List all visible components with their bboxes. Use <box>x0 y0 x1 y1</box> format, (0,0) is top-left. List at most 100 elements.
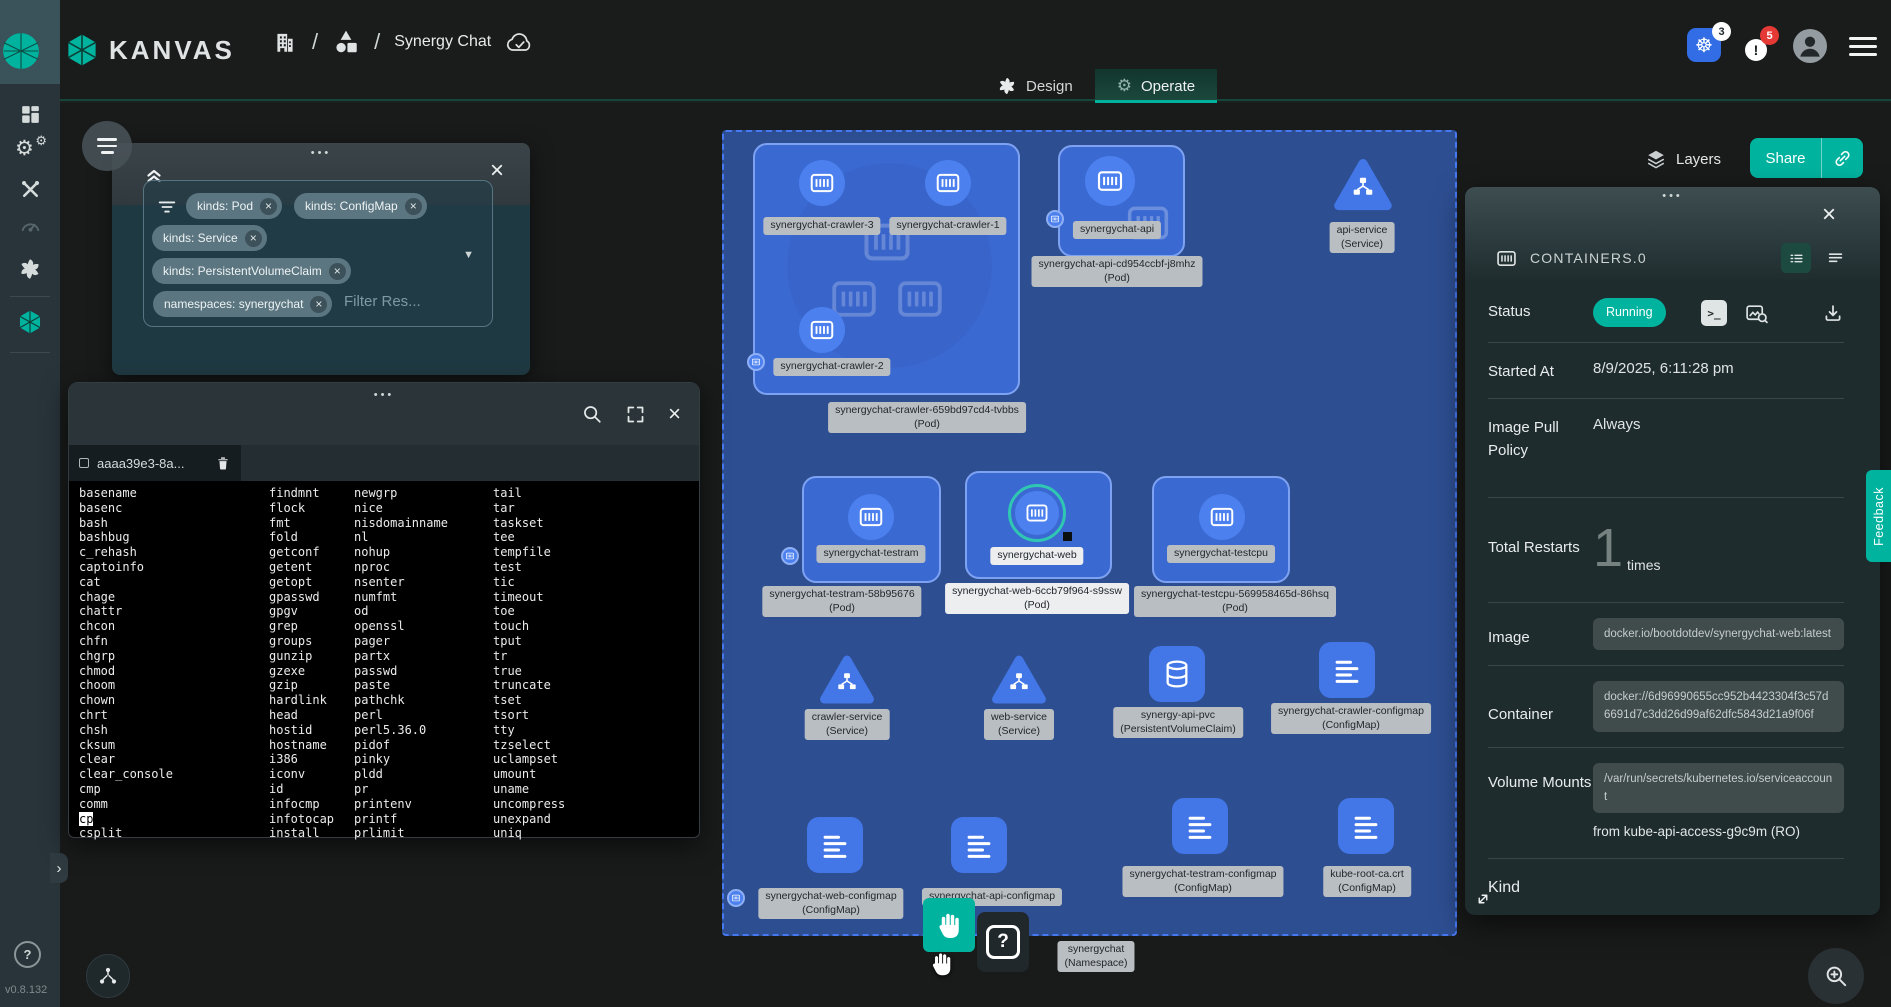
sidebar-divider <box>10 352 50 353</box>
copy-link-button[interactable] <box>1822 149 1863 168</box>
drag-handle-icon[interactable]: ••• <box>311 147 332 159</box>
drag-handle-icon[interactable]: ••• <box>1662 190 1683 202</box>
tab-design[interactable]: Design <box>975 69 1095 103</box>
terminal-command: tail <box>493 486 565 501</box>
container-icon-testram[interactable] <box>848 494 894 540</box>
remove-chip-icon[interactable]: × <box>329 263 346 280</box>
pan-tool-button[interactable] <box>923 898 975 952</box>
notifications-button[interactable]: ! 5 <box>1745 33 1771 59</box>
terminal-command: basenc <box>79 501 173 516</box>
view-list-button[interactable] <box>1820 243 1850 273</box>
zoom-in-button[interactable] <box>1808 948 1864 1004</box>
terminal-command: cat <box>79 575 173 590</box>
terminal-fullscreen-button[interactable] <box>625 404 646 425</box>
terminal-output[interactable]: basenamebasencbashbashbugc_rehashcaptoin… <box>69 481 699 837</box>
container-icon-web-selected[interactable] <box>1008 484 1066 542</box>
selection-handle[interactable] <box>1063 532 1072 541</box>
layers-toggle[interactable]: Layers <box>1645 148 1721 170</box>
terminal-search-button[interactable] <box>581 403 603 425</box>
filter-chip[interactable]: kinds: PersistentVolumeClaim× <box>152 258 351 284</box>
gears-icon: ⚙⚙ <box>17 138 43 164</box>
kubernetes-context-count-badge: 3 <box>1712 22 1731 41</box>
workspace-shapes-icon[interactable] <box>332 28 360 56</box>
panel-resize-handle[interactable] <box>1473 889 1493 909</box>
drag-handle-icon[interactable]: ••• <box>374 389 395 401</box>
open-terminal-button[interactable]: >_ <box>1701 300 1727 326</box>
trash-icon[interactable] <box>215 455 231 471</box>
terminal-command: chfn <box>79 634 173 649</box>
sidebar-item-extensions[interactable] <box>0 253 60 285</box>
terminal-close-button[interactable]: × <box>668 403 681 425</box>
canvas-menu-button[interactable] <box>82 121 132 171</box>
sidebar-expand-button[interactable]: › <box>50 853 68 883</box>
terminal-session-tab[interactable]: aaaa39e3-8a... <box>69 445 241 481</box>
filter-chip[interactable]: kinds: Pod× <box>186 193 282 219</box>
share-button[interactable]: Share <box>1750 150 1821 167</box>
filter-panel: ••• × kinds: Pod× kinds: ConfigMap× kind… <box>112 143 530 375</box>
details-close-button[interactable]: × <box>1822 201 1836 229</box>
terminal-command: chrt <box>79 708 173 723</box>
terminal-command: tempfile <box>493 545 565 560</box>
service-icon-api-service[interactable] <box>1330 155 1396 215</box>
filter-chip[interactable]: namespaces: synergychat× <box>153 291 332 317</box>
remove-chip-icon[interactable]: × <box>260 198 277 215</box>
configmap-icon-api-configmap[interactable] <box>951 817 1007 873</box>
terminal-command: toe <box>493 604 565 619</box>
remove-chip-icon[interactable]: × <box>245 230 262 247</box>
terminal-column: tailtartasksetteetempfiletesttictimeoutt… <box>493 486 565 841</box>
container-icon-api[interactable] <box>1085 156 1135 206</box>
download-logs-button[interactable] <box>1822 302 1844 324</box>
service-icon-web-service[interactable] <box>988 652 1050 708</box>
sidebar-item-performance[interactable] <box>0 209 60 241</box>
pod-badge-icon <box>1046 210 1064 228</box>
terminal-command: pr <box>354 782 448 797</box>
service-icon-crawler-service[interactable] <box>816 652 878 708</box>
filter-resources-input[interactable] <box>344 293 454 310</box>
terminal-command: pidof <box>354 738 448 753</box>
notification-count-badge: 5 <box>1760 26 1779 45</box>
tab-operate[interactable]: ⚙ Operate <box>1095 69 1217 103</box>
configmap-icon-crawler-configmap[interactable] <box>1319 642 1375 698</box>
sidebar-item-dashboard[interactable] <box>0 98 60 130</box>
kubernetes-context-button[interactable]: ☸ 3 <box>1687 28 1723 64</box>
terminal-command: clear <box>79 752 173 767</box>
terminal-command: chmod <box>79 664 173 679</box>
pvc-icon-synergy-api-pvc[interactable] <box>1149 646 1205 702</box>
details-panel-title: CONTAINERS.0 <box>1530 250 1647 266</box>
floating-action-button[interactable] <box>86 954 130 998</box>
container-icon-crawler-3[interactable] <box>799 160 845 206</box>
configmap-icon-web-configmap[interactable] <box>807 817 863 873</box>
filter-chip[interactable]: kinds: ConfigMap× <box>294 193 427 219</box>
remove-chip-icon[interactable]: × <box>310 296 327 313</box>
breadcrumb-project-name[interactable]: Synergy Chat <box>394 33 491 51</box>
terminal-command: bash <box>79 516 173 531</box>
close-button[interactable]: × <box>490 157 504 185</box>
feedback-tab[interactable]: Feedback <box>1866 470 1891 562</box>
filter-input-box[interactable]: kinds: Pod× kinds: ConfigMap× kinds: Ser… <box>143 180 493 327</box>
node-label-namespace: synergychat(Namespace) <box>1057 941 1134 972</box>
avatar[interactable] <box>1793 29 1827 63</box>
terminal-command: gpasswd <box>269 590 334 605</box>
sidebar-item-kanvas[interactable] <box>0 306 60 338</box>
chevron-down-icon[interactable]: ▼ <box>463 249 474 261</box>
container-icon-crawler-1[interactable] <box>925 160 971 206</box>
organization-icon[interactable] <box>272 28 298 56</box>
node-label-crawler-service: crawler-service(Service) <box>805 709 890 740</box>
help-tool-button[interactable]: ? <box>977 912 1029 972</box>
terminal-command: gunzip <box>269 649 334 664</box>
sidebar-item-lifecycle[interactable]: ⚙⚙ <box>0 135 60 167</box>
terminal-command: passwd <box>354 664 448 679</box>
menu-button[interactable] <box>1849 33 1877 60</box>
snapshot-button[interactable] <box>1744 301 1769 326</box>
remove-chip-icon[interactable]: × <box>405 198 422 215</box>
sidebar-item-configuration[interactable] <box>0 173 60 205</box>
help-button[interactable]: ? <box>14 941 41 968</box>
container-icon-crawler-2[interactable] <box>799 307 845 353</box>
configmap-icon-testram-configmap[interactable] <box>1172 798 1228 854</box>
configmap-icon-kube-root-ca[interactable] <box>1338 798 1394 854</box>
meshery-logo-icon <box>2 32 40 70</box>
container-icon-testcpu[interactable] <box>1199 494 1245 540</box>
detail-row-status: Status Running >_ <box>1488 283 1844 343</box>
view-compact-button[interactable] <box>1781 243 1811 273</box>
filter-chip[interactable]: kinds: Service× <box>152 225 267 251</box>
